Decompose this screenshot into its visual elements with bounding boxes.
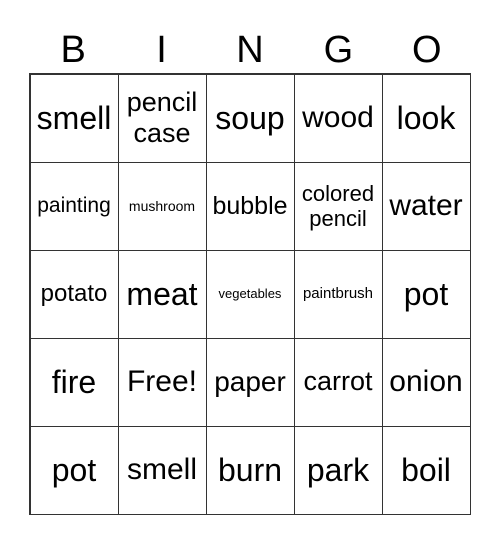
bingo-cell[interactable]: smell — [117, 425, 207, 515]
bingo-cell[interactable]: park — [293, 425, 383, 515]
bingo-cell[interactable]: mushroom — [117, 161, 207, 251]
header-letter: G — [323, 29, 354, 71]
cell-text: pencil case — [126, 86, 198, 148]
bingo-cell[interactable]: meat — [117, 249, 207, 339]
cell-text: look — [396, 99, 456, 136]
bingo-cell[interactable]: vegetables — [205, 249, 295, 339]
cell-text: wood — [302, 100, 374, 134]
cell-text: meat — [126, 275, 198, 312]
cell-text: park — [306, 451, 370, 488]
bingo-cell[interactable]: colored pencil — [293, 161, 383, 251]
bingo-cell[interactable]: burn — [205, 425, 295, 515]
bingo-cell[interactable]: soup — [205, 73, 295, 163]
bingo-cell[interactable]: paintbrush — [293, 249, 383, 339]
cell-text: smell — [126, 452, 197, 486]
cell-text: burn — [217, 451, 283, 488]
cell-text: pot — [51, 451, 97, 488]
cell-text: paper — [214, 365, 286, 397]
bingo-cell[interactable]: fire — [29, 337, 119, 427]
bingo-cell[interactable]: water — [381, 161, 471, 251]
cell-text: carrot — [303, 366, 373, 397]
bingo-cell[interactable]: smell — [29, 73, 119, 163]
bingo-cell[interactable]: painting — [29, 161, 119, 251]
cell-text: water — [389, 188, 463, 222]
bingo-cell[interactable]: potato — [29, 249, 119, 339]
header-letter: N — [236, 29, 264, 71]
bingo-cell[interactable]: onion — [381, 337, 471, 427]
cell-text: painting — [37, 193, 111, 217]
cell-text: Free! — [126, 364, 198, 398]
cell-text: fire — [51, 363, 97, 400]
cell-text: colored pencil — [301, 180, 375, 231]
cell-text: soup — [215, 99, 285, 136]
header-letter: O — [411, 29, 442, 71]
cell-text: pot — [403, 275, 449, 312]
bingo-header: BINGO — [29, 28, 471, 73]
cell-text: potato — [40, 280, 108, 308]
bingo-card-grid: smell pencil case soup wood look painting mush… — [29, 73, 471, 515]
header-letter: B — [60, 29, 86, 71]
bingo-cell[interactable]: carrot — [293, 337, 383, 427]
free-space-cell[interactable]: Free! — [117, 337, 207, 427]
bingo-cell[interactable]: paper — [205, 337, 295, 427]
bingo-cell[interactable]: boil — [381, 425, 471, 515]
cell-text: boil — [401, 451, 451, 488]
header-letter: I — [156, 29, 167, 71]
bingo-cell[interactable]: pot — [29, 425, 119, 515]
bingo-cell[interactable]: look — [381, 73, 471, 163]
bingo-cell[interactable]: pencil case — [117, 73, 207, 163]
cell-text: smell — [36, 99, 112, 136]
bingo-cell[interactable]: wood — [293, 73, 383, 163]
cell-text: vegetables — [218, 285, 282, 301]
bingo-cell[interactable]: pot — [381, 249, 471, 339]
bingo-cell[interactable]: bubble — [205, 161, 295, 251]
cell-text: mushroom — [128, 197, 196, 214]
cell-text: bubble — [212, 191, 288, 220]
cell-text: paintbrush — [302, 285, 374, 303]
cell-text: onion — [389, 364, 463, 398]
